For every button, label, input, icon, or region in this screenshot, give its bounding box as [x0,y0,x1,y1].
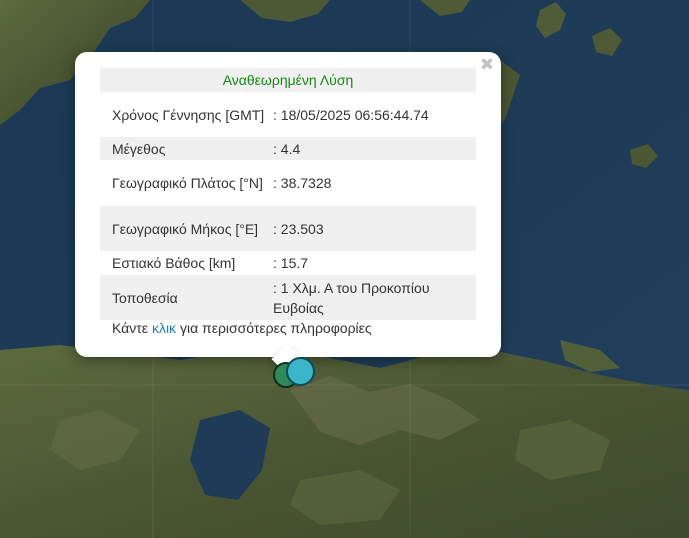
table-row: Τοποθεσία : 1 Χλμ. Α του Προκοπίου Ευβοί… [100,275,476,320]
longitude-value: : 23.503 [273,206,476,251]
more-info-link[interactable]: κλικ [152,320,176,336]
focal-depth-label: Εστιακό Βάθος [km] [112,255,236,271]
table-row: Γεωγραφικό Μήκος [°E] : 23.503 [100,206,476,251]
more-info-prefix: Κάντε [112,320,149,336]
origin-time-value: : 18/05/2025 06:56:44.74 [273,106,429,123]
latitude-label: Γεωγραφικό Πλάτος [°N] [112,175,263,191]
focal-depth-value: : 15.7 [273,255,309,271]
location-label: Τοποθεσία [100,275,273,320]
table-row: Εστιακό Βάθος [km] : 15.7 [100,251,476,275]
location-value: : 1 Χλμ. Α του Προκοπίου Ευβοίας [273,275,476,320]
magnitude-label: Μέγεθος [100,137,273,160]
solution-status-header: Αναθεωρημένη Λύση [100,68,476,92]
close-popup-button[interactable]: ✖ [478,55,496,75]
earthquake-details-table: Αναθεωρημένη Λύση Χρόνος Γέννησης [GMT] … [100,68,476,320]
more-info-suffix: για περισσότερες πληροφορίες [179,320,372,336]
table-row: Μέγεθος : 4.4 [100,137,476,160]
longitude-label: Γεωγραφικό Μήκος [°E] [100,206,273,251]
origin-time-label: Χρόνος Γέννησης [GMT] [112,106,265,123]
more-info-line: Κάντε κλικ για περισσότερες πληροφορίες [112,320,372,336]
table-row: Γεωγραφικό Πλάτος [°N] : 38.7328 [100,160,476,206]
table-row: Χρόνος Γέννησης [GMT] : 18/05/2025 06:56… [100,92,476,137]
table-header-row: Αναθεωρημένη Λύση [100,68,476,92]
earthquake-marker-cyan[interactable] [286,357,315,386]
magnitude-value: : 4.4 [273,137,476,160]
latitude-value: : 38.7328 [273,175,332,191]
